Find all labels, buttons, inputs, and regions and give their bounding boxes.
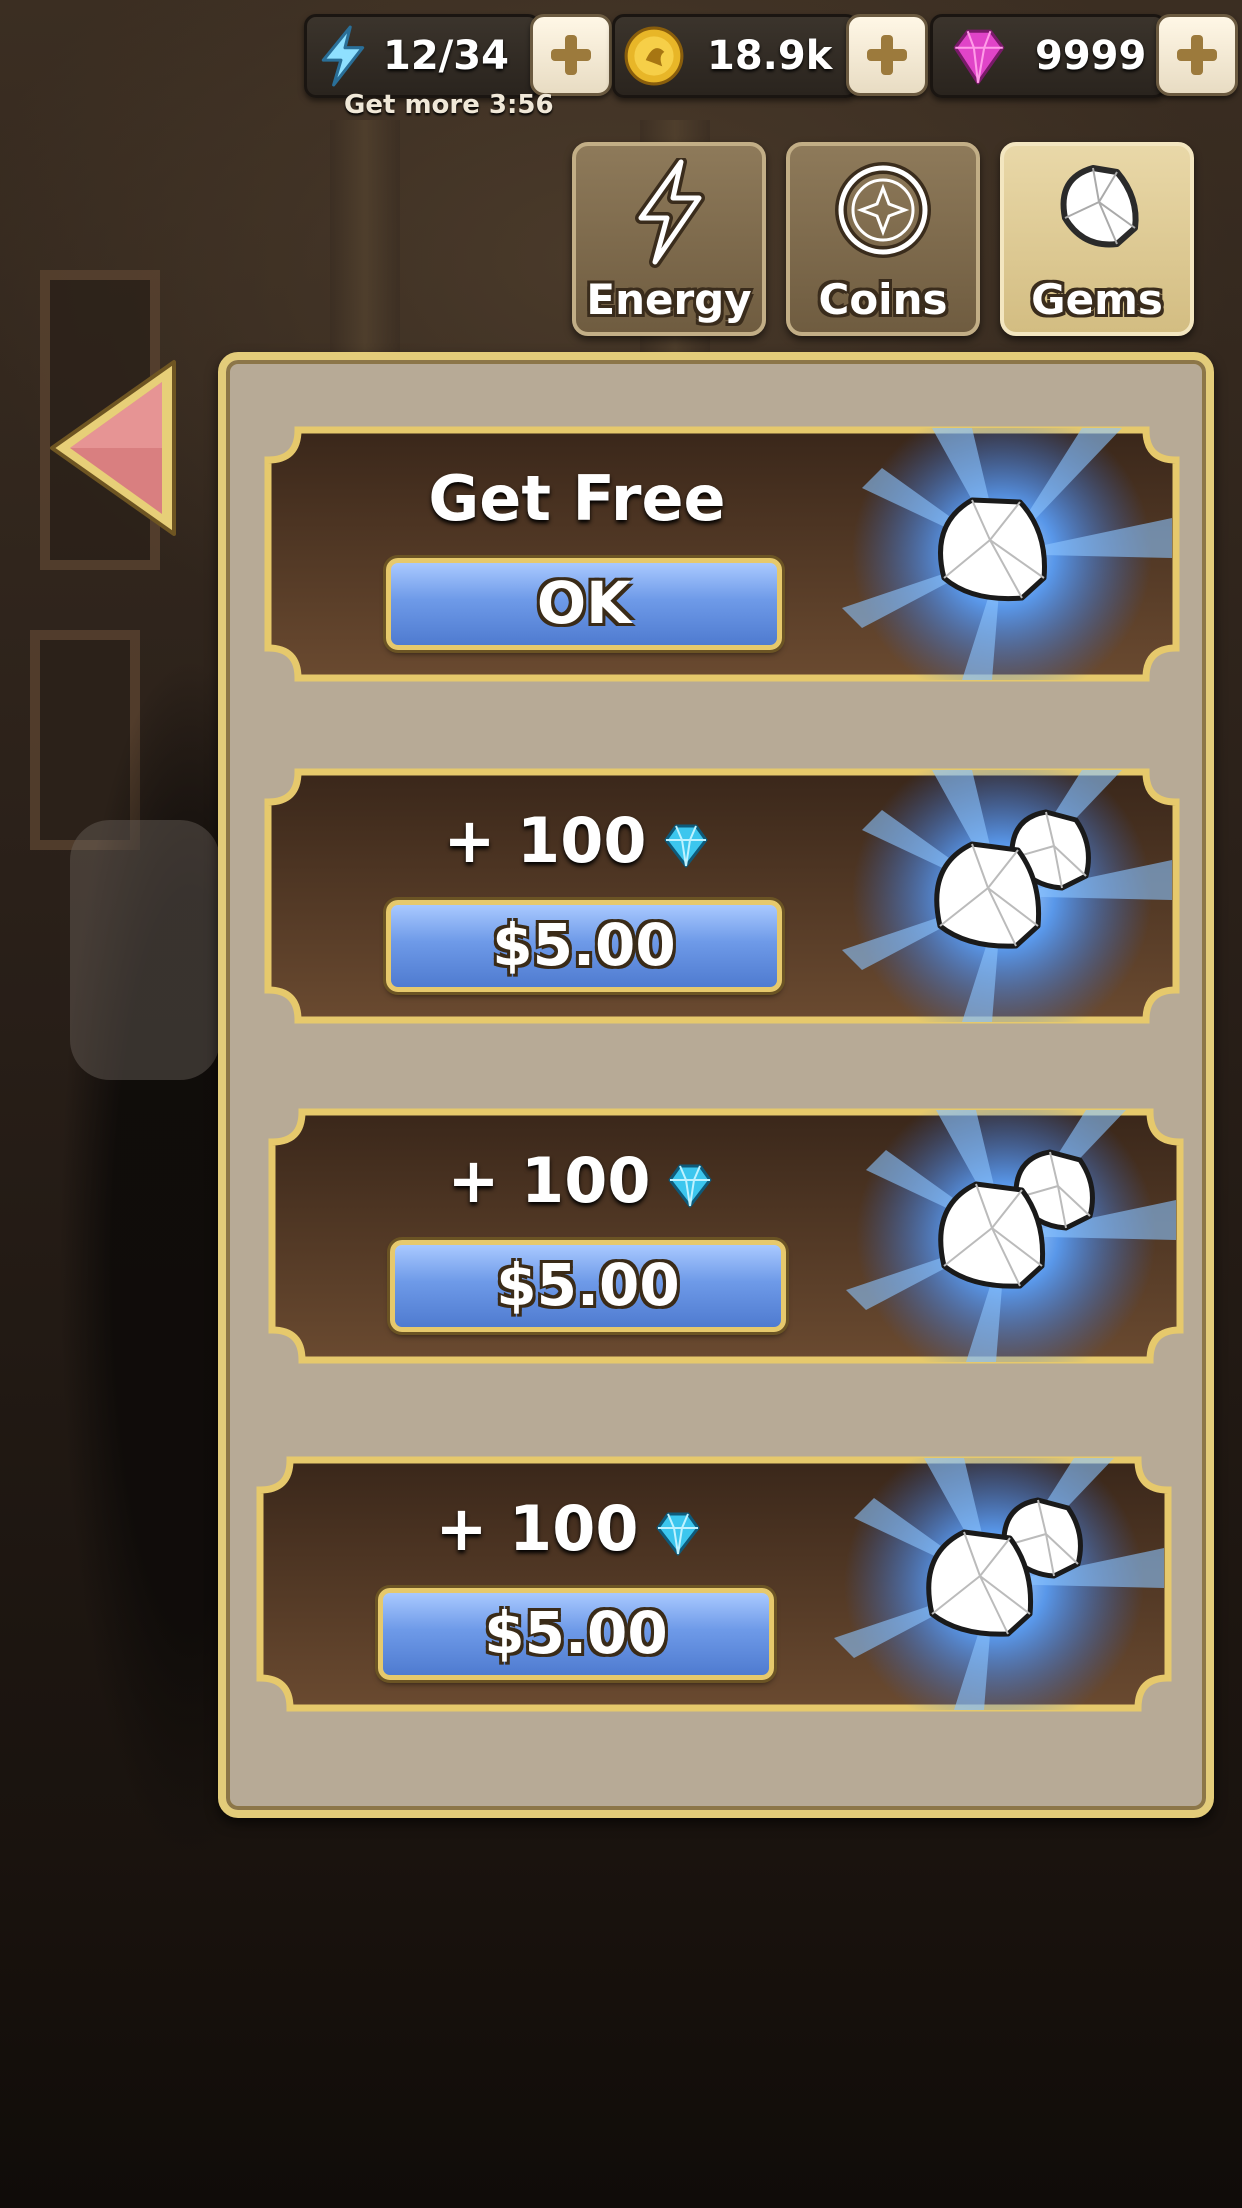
gems-counter: 9999 bbox=[930, 14, 1166, 98]
buy-gems-button[interactable]: $5.00 bbox=[390, 1240, 786, 1332]
blue-gem-icon bbox=[656, 1512, 700, 1556]
lightning-icon bbox=[321, 25, 365, 87]
floor bbox=[0, 1850, 1242, 2208]
offer-amount: + 100 bbox=[435, 1492, 639, 1565]
character-shirt bbox=[70, 820, 220, 1080]
coins-counter: 18.9k bbox=[612, 14, 858, 98]
blue-gem-icon bbox=[664, 824, 708, 868]
offer-title: + 100 bbox=[352, 804, 802, 878]
lightning-icon bbox=[635, 158, 705, 268]
tab-coins[interactable]: Coins bbox=[786, 142, 980, 336]
offer-card-gems-100: + 100 $5.00 bbox=[262, 766, 1182, 1026]
offer-amount: + 100 bbox=[447, 1144, 651, 1217]
back-arrow-button[interactable] bbox=[44, 356, 184, 540]
tab-label: Energy bbox=[586, 275, 752, 324]
offer-card-gems-100: + 100 $5.00 bbox=[254, 1454, 1174, 1714]
double-gem-art bbox=[846, 1110, 1176, 1362]
coin-icon bbox=[624, 26, 684, 86]
tab-label: Coins bbox=[818, 275, 948, 324]
tab-label: Gems bbox=[1031, 275, 1163, 324]
offer-card-gems-100: + 100 $5.00 bbox=[266, 1106, 1186, 1366]
pink-gem-icon bbox=[953, 29, 1005, 85]
offer-title: + 100 bbox=[344, 1492, 794, 1566]
offer-amount: + 100 bbox=[443, 804, 647, 877]
tab-energy[interactable]: Energy bbox=[572, 142, 766, 336]
tab-gems[interactable]: Gems bbox=[1000, 142, 1194, 336]
offer-ok-button[interactable]: OK bbox=[386, 558, 782, 650]
coins-value: 18.9k bbox=[707, 33, 833, 79]
gem-icon bbox=[1060, 165, 1139, 248]
buy-gems-button[interactable]: $5.00 bbox=[386, 900, 782, 992]
add-energy-button[interactable] bbox=[530, 14, 612, 96]
add-coins-button[interactable] bbox=[846, 14, 928, 96]
double-gem-art bbox=[842, 770, 1172, 1022]
blue-gem-icon bbox=[668, 1164, 712, 1208]
gem-art bbox=[842, 428, 1172, 680]
gems-value: 9999 bbox=[1035, 33, 1147, 79]
offer-card-free: Get Free OK bbox=[262, 424, 1182, 684]
coin-icon bbox=[835, 162, 931, 258]
energy-value: 12/34 bbox=[383, 33, 509, 79]
buy-gems-button[interactable]: $5.00 bbox=[378, 1588, 774, 1680]
offer-title: Get Free bbox=[428, 462, 726, 535]
energy-timer: Get more 3:56 bbox=[344, 90, 554, 120]
double-gem-art bbox=[834, 1458, 1164, 1710]
energy-counter: 12/34 bbox=[304, 14, 540, 98]
add-gems-button[interactable] bbox=[1156, 14, 1238, 96]
offer-title: + 100 bbox=[356, 1144, 806, 1218]
